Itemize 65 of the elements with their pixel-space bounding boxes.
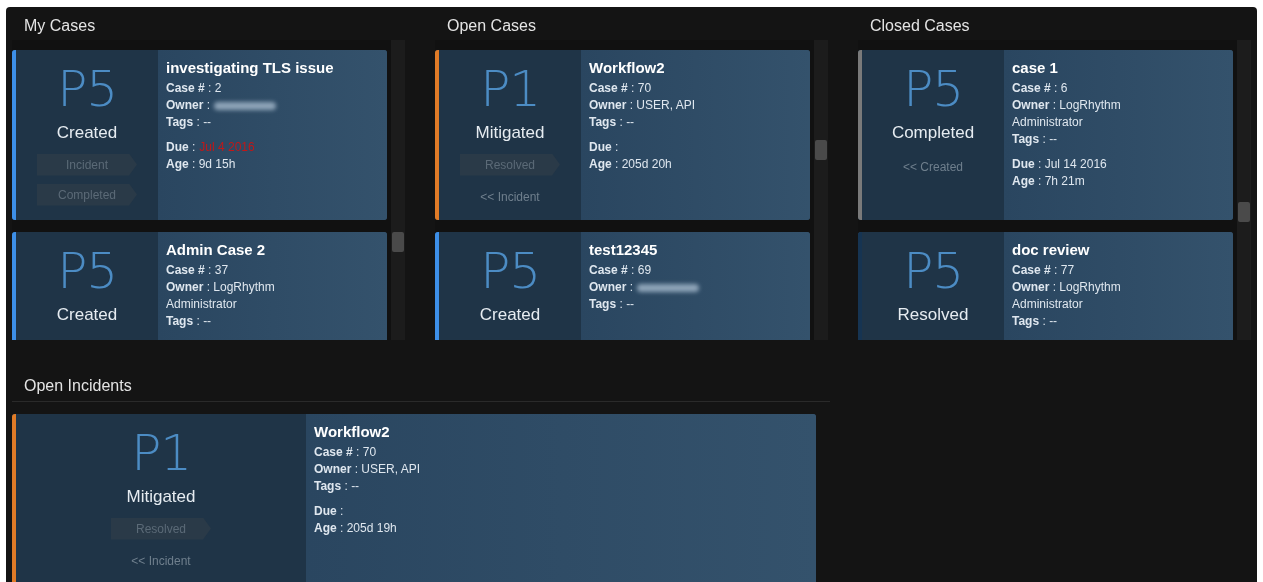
case-title[interactable]: Admin Case 2 (166, 240, 387, 260)
scrollbar[interactable] (814, 40, 828, 340)
case-title[interactable]: Workflow2 (314, 422, 816, 442)
case-field: Tags : -- (589, 296, 635, 313)
priority-label: P5 (903, 244, 963, 298)
case-field: Owner : LogRhythm Administrator (1012, 97, 1162, 131)
section-title: My Cases (23, 16, 97, 36)
status-label: Mitigated (126, 486, 196, 508)
case-field: Age : 205d 19h (314, 520, 397, 537)
case-card[interactable]: P5 Created test12345 Case # : 69 Owner : Tags : -- (435, 232, 810, 340)
case-field: Case # : 2 (166, 80, 222, 97)
priority-label: P1 (131, 426, 191, 480)
case-field: Tags : -- (314, 478, 360, 495)
case-card[interactable]: P5 Resolved doc review Case # : 77 Owner : LogRhythm Administrator Tags : -- (858, 232, 1233, 340)
case-title[interactable]: doc review (1012, 240, 1233, 260)
scrollbar[interactable] (391, 40, 405, 340)
scrollbar[interactable] (1237, 40, 1251, 340)
case-field: Owner : (166, 97, 210, 114)
case-field: Owner : (589, 279, 633, 296)
case-field: Owner : LogRhythm Administrator (1012, 279, 1162, 313)
section-title: Closed Cases (869, 16, 971, 36)
case-card[interactable]: P5 Completed << Created case 1 Case # : 6 Owner : LogRhythm Administrator Tags : -- Due : Jul 14 2016 Age : 7h 21m (858, 50, 1233, 220)
priority-label: P5 (57, 244, 117, 298)
scrollbar-thumb[interactable] (815, 140, 827, 160)
status-label: Completed (891, 122, 975, 144)
case-card[interactable]: P5 Created Admin Case 2 Case # : 37 Owner : LogRhythm Administrator Tags : -- (12, 232, 387, 340)
due-date: Jul 4 2016 (199, 139, 255, 156)
case-title[interactable]: Workflow2 (589, 58, 810, 78)
case-field: Tags : -- (1012, 131, 1058, 148)
status-label: Created (56, 304, 118, 326)
case-field: Case # : 69 (589, 262, 652, 279)
case-field: Tags : -- (589, 114, 635, 131)
case-field: Owner : USER, API (589, 97, 696, 114)
case-field: Age : 9d 15h (166, 156, 236, 173)
case-title[interactable]: test12345 (589, 240, 810, 260)
priority-label: P5 (480, 244, 540, 298)
status-label: Resolved (897, 304, 969, 326)
case-field: Case # : 70 (589, 80, 652, 97)
case-field: Case # : 6 (1012, 80, 1068, 97)
section-title: Open Cases (446, 16, 537, 36)
case-field: Age : 205d 20h (589, 156, 672, 173)
case-field: Due : (314, 503, 344, 520)
status-label: Created (479, 304, 541, 326)
case-field: Tags : -- (1012, 313, 1058, 330)
priority-label: P1 (480, 62, 540, 116)
priority-label: P5 (903, 62, 963, 116)
case-field: Case # : 70 (314, 444, 377, 461)
scrollbar-thumb[interactable] (392, 232, 404, 252)
case-field: Tags : -- (166, 114, 212, 131)
case-field: Tags : -- (166, 313, 212, 330)
case-field: Case # : 77 (1012, 262, 1075, 279)
case-field: Age : 7h 21m (1012, 173, 1085, 190)
case-field: Case # : 37 (166, 262, 229, 279)
case-field: Due : (166, 139, 196, 156)
case-field: Owner : USER, API (314, 461, 421, 478)
scrollbar-thumb[interactable] (1238, 202, 1250, 222)
priority-label: P5 (57, 62, 117, 116)
case-field: Due : (589, 139, 619, 156)
case-title[interactable]: investigating TLS issue (166, 58, 387, 78)
status-label: Mitigated (475, 122, 545, 144)
case-field: Owner : LogRhythm Administrator (166, 279, 316, 313)
section-title: Open Incidents (12, 372, 830, 402)
case-title[interactable]: case 1 (1012, 58, 1233, 78)
case-field: Due : Jul 14 2016 (1012, 156, 1107, 173)
status-label: Created (56, 122, 118, 144)
